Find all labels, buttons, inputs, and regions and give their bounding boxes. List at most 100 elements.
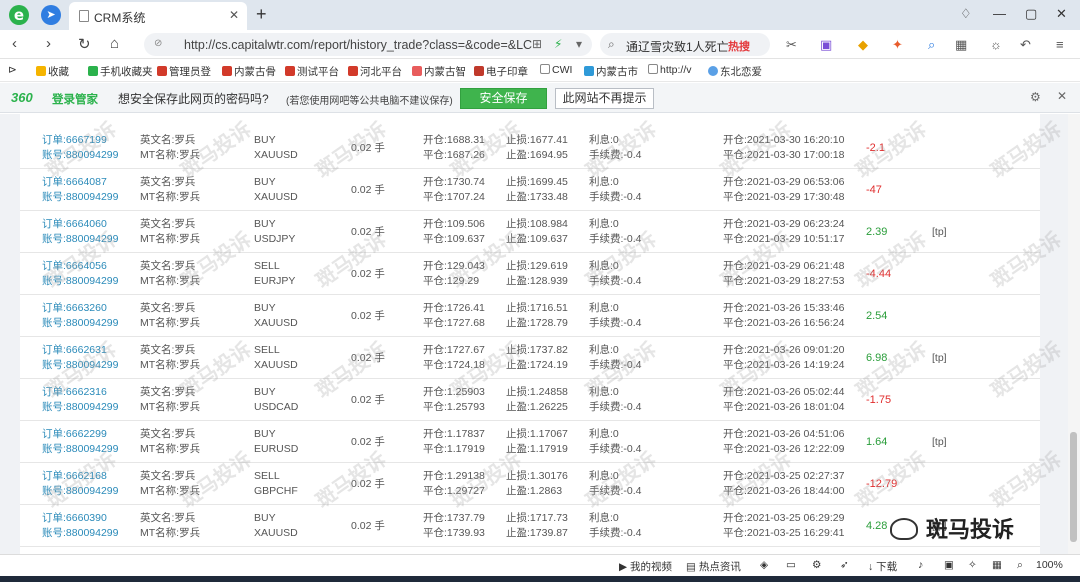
speed-icon[interactable]: ⚡ (554, 37, 562, 51)
order-number-text: 6662299 (65, 428, 107, 440)
apps-icon[interactable]: ▦ (955, 37, 967, 53)
order-number[interactable]: 订单:6662316 (42, 385, 107, 399)
monitor-icon[interactable]: ▭ (786, 559, 796, 571)
url-bar[interactable]: ⊘ http://cs.capitalwtr.com/report/histor… (144, 33, 592, 56)
account-number-text: 账号: (42, 443, 66, 455)
forward-button[interactable]: › (46, 35, 51, 52)
gear-icon[interactable]: ⚙ (1030, 90, 1041, 104)
order-number[interactable]: 订单:6663260 (42, 301, 107, 315)
bookmark-admin[interactable]: 管理员登 (157, 64, 211, 79)
profit-value-text: 2.39 (866, 226, 888, 238)
undo-icon[interactable]: ↶ (1020, 37, 1031, 53)
sound-icon[interactable]: ♪ (918, 559, 923, 571)
rocket-icon[interactable]: ➶ (840, 559, 849, 571)
browser-logo-icon[interactable]: e (9, 5, 29, 25)
home-button[interactable]: ⌂ (110, 35, 119, 52)
game-icon[interactable]: ✦ (892, 37, 903, 53)
scrollbar-thumb[interactable] (1070, 432, 1077, 542)
stop-loss: 止损:1716.51 (506, 301, 568, 315)
zoom-level[interactable]: 100% (1036, 559, 1063, 571)
scrollbar[interactable] (1068, 114, 1080, 554)
bookmark-nmg1[interactable]: 内蒙古骨 (222, 64, 276, 79)
clipboard-icon[interactable]: ▦ (992, 559, 1002, 571)
close-tab-icon[interactable]: ✕ (229, 8, 239, 22)
order-number[interactable]: 订单:6667199 (42, 133, 107, 147)
shield-status-icon[interactable]: ◈ (760, 559, 768, 571)
minimize-button[interactable]: — (993, 6, 1006, 21)
bookmark-northeast[interactable]: 东北恋爱 (708, 64, 762, 79)
interest-text: 0 (612, 302, 619, 314)
window-icon[interactable]: ▣ (944, 559, 954, 571)
fee-text: -0.4 (623, 233, 642, 245)
account-number[interactable]: 账号:880094299 (42, 484, 118, 498)
settings-icon[interactable]: ⚙ (812, 559, 821, 571)
bookmark-http[interactable]: http://v (648, 64, 692, 76)
account-number[interactable]: 账号:880094299 (42, 274, 118, 288)
stop-loss-text: 止损: (506, 218, 530, 230)
table-row: 订单:6664060 账号:880094299 英文名:罗兵 MT名称:罗兵 BUY US… (20, 211, 1040, 253)
puzzle-icon[interactable]: ✧ (968, 559, 977, 571)
scissors-icon[interactable]: ✂ (786, 37, 797, 53)
reload-button[interactable]: ↻ (78, 35, 91, 53)
profit-value: 6.98 (866, 351, 887, 365)
maximize-button[interactable]: ▢ (1025, 6, 1037, 22)
back-button[interactable]: ‹ (12, 35, 17, 52)
account-number[interactable]: 账号:880094299 (42, 148, 118, 162)
bookmark-mobile[interactable]: 手机收藏夹 (88, 64, 153, 79)
close-window-button[interactable]: ✕ (1056, 6, 1067, 22)
my-video-link[interactable]: ▶ 我的视频 (619, 559, 672, 574)
close-icon[interactable]: ✕ (1057, 89, 1067, 103)
trade-lots-text: 0.02 手 (351, 184, 385, 196)
english-name-text: 英文名: (140, 218, 175, 230)
bookmark-test[interactable]: 测试平台 (285, 64, 339, 79)
account-number[interactable]: 账号:880094299 (42, 400, 118, 414)
account-number[interactable]: 账号:880094299 (42, 190, 118, 204)
order-number[interactable]: 订单:6662631 (42, 343, 107, 357)
dropdown-icon[interactable]: ▾ (576, 37, 582, 51)
never-prompt-button[interactable]: 此网站不再提示 (555, 88, 654, 109)
open-price-text: 开仓: (423, 386, 447, 398)
navigation-icon[interactable]: ➤ (41, 5, 61, 25)
translate-icon[interactable]: ▣ (820, 37, 832, 53)
safe-save-button[interactable]: 安全保存 (460, 88, 547, 109)
new-tab-button[interactable]: + (256, 4, 267, 25)
trade-symbol-text: EURJPY (254, 275, 296, 287)
account-number[interactable]: 账号:880094299 (42, 526, 118, 540)
trade-symbol-text: XAUUSD (254, 317, 298, 329)
search-box[interactable]: ⌕ 通辽雪灾致1人死亡 热搜 (600, 33, 770, 56)
tab-crm[interactable]: CRM系统 ✕ (69, 2, 247, 30)
table-row: 订单:6662316 账号:880094299 英文名:罗兵 MT名称:罗兵 BUY US… (20, 379, 1040, 421)
zoom-icon[interactable]: ⌕ (1017, 559, 1023, 572)
download-link[interactable]: ↓ 下载 (868, 559, 897, 574)
account-number[interactable]: 账号:880094299 (42, 442, 118, 456)
order-number[interactable]: 订单:6662168 (42, 469, 107, 483)
order-number[interactable]: 订单:6664060 (42, 217, 107, 231)
brightness-icon[interactable]: ☼ (990, 37, 1002, 52)
close-time-text: 2021-03-26 18:01:04 (746, 401, 845, 413)
interest-text: 0 (612, 260, 619, 272)
grid-icon[interactable]: ⊞ (532, 37, 542, 51)
account-number[interactable]: 账号:880094299 (42, 232, 118, 246)
trade-lots-text: 0.02 手 (351, 520, 385, 532)
trade-lots: 0.02 手 (351, 393, 385, 407)
order-number[interactable]: 订单:6660390 (42, 511, 107, 525)
shield-icon[interactable]: ◆ (858, 37, 868, 53)
skin-icon[interactable]: ♢ (960, 6, 972, 22)
account-number[interactable]: 账号:880094299 (42, 358, 118, 372)
order-number[interactable]: 订单:6662299 (42, 427, 107, 441)
menu-icon[interactable]: ≡ (1056, 37, 1064, 52)
order-number[interactable]: 订单:6664056 (42, 259, 107, 273)
hot-news-link[interactable]: ▤ 热点资讯 (686, 559, 741, 574)
bookmark-hebei[interactable]: 河北平台 (348, 64, 402, 79)
find-icon[interactable]: ⌕ (928, 37, 935, 53)
close-time: 平仓:2021-03-30 17:00:18 (723, 148, 844, 162)
bookmark-toggle-icon[interactable]: ⊳ (8, 64, 17, 76)
bookmark-nmg2[interactable]: 内蒙古智 (412, 64, 466, 79)
bookmark-nmg3[interactable]: 内蒙古市 (584, 64, 638, 79)
bookmark-cwi[interactable]: CWI (540, 64, 572, 76)
account-number[interactable]: 账号:880094299 (42, 316, 118, 330)
take-profit: 止盈:1.17919 (506, 442, 568, 456)
bookmark-seal[interactable]: 电子印章 (474, 64, 528, 79)
bookmark-favorites[interactable]: 收藏 (36, 64, 69, 79)
order-number[interactable]: 订单:6664087 (42, 175, 107, 189)
